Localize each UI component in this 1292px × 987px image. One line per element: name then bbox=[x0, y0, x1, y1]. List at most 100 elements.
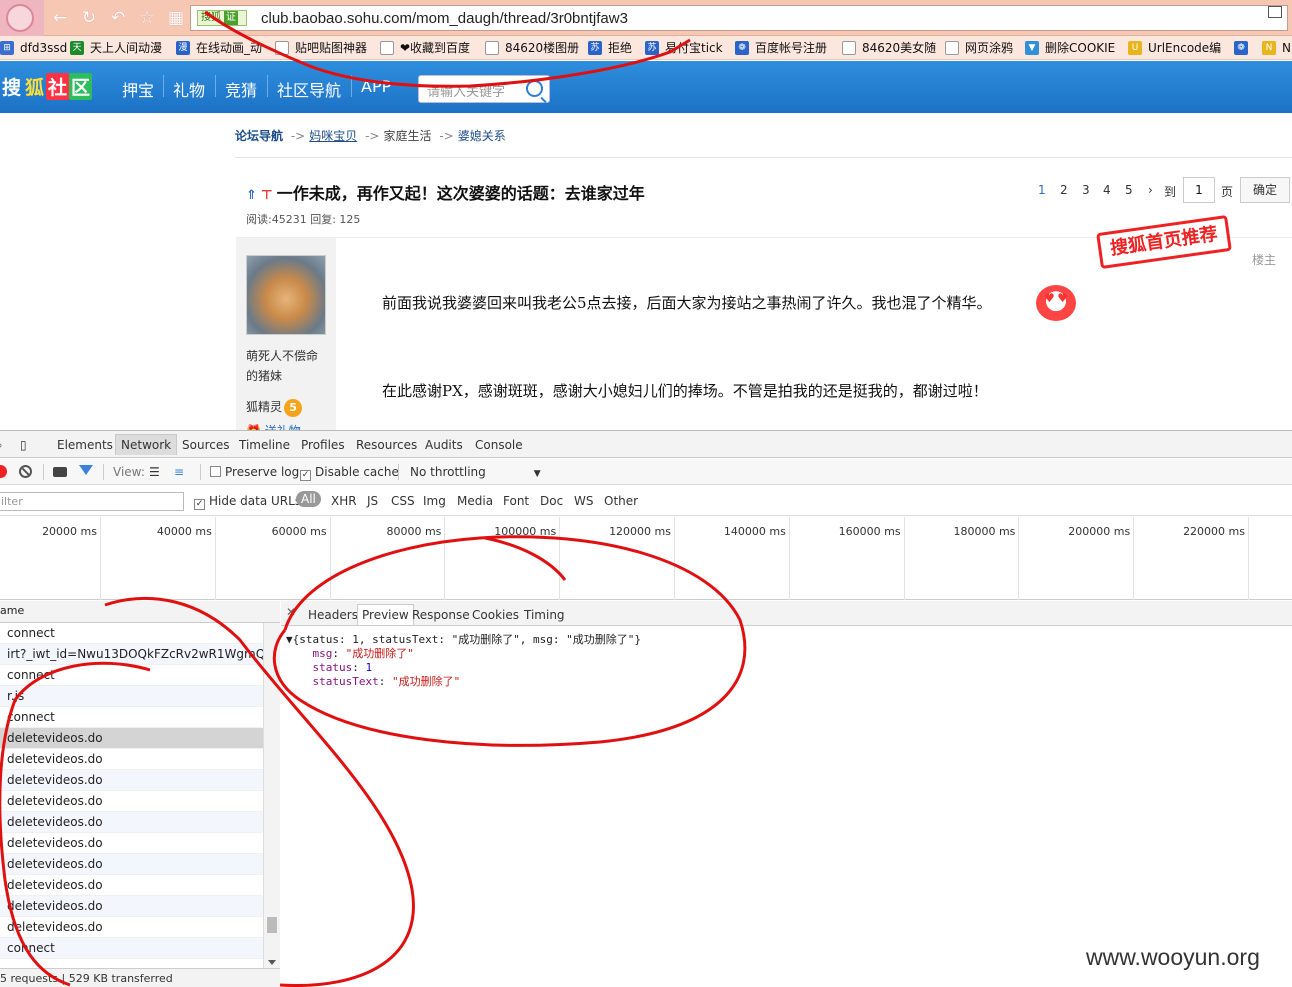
tab-console[interactable]: Console bbox=[475, 438, 523, 452]
bookmark-item[interactable]: ⊞ dfd3ssd bbox=[0, 39, 67, 57]
filter-xhr[interactable]: XHR bbox=[331, 494, 357, 508]
reload-icon[interactable]: ↻ bbox=[77, 6, 101, 30]
undo-icon[interactable]: ↶ bbox=[106, 6, 130, 30]
pager-confirm-button[interactable]: 确定 bbox=[1240, 177, 1290, 203]
list-view-icon[interactable]: ☰ bbox=[149, 465, 160, 479]
request-row[interactable]: connect bbox=[0, 665, 263, 686]
filter-input[interactable]: ilter bbox=[0, 492, 184, 511]
tab-sources[interactable]: Sources bbox=[182, 438, 229, 452]
breadcrumb-root[interactable]: 论坛导航 bbox=[235, 129, 283, 143]
device-icon[interactable]: ▯ bbox=[20, 438, 27, 452]
tab-timeline[interactable]: Timeline bbox=[239, 438, 290, 452]
bookmark-item[interactable]: 漫在线动画_动 bbox=[176, 39, 262, 57]
author-name[interactable]: 萌死人不偿命的猪妹 bbox=[246, 346, 328, 386]
network-overview-timeline[interactable]: 20000 ms 40000 ms 60000 ms 80000 ms 100000 m… bbox=[0, 517, 1292, 600]
request-row[interactable]: deletevideos.do bbox=[0, 770, 263, 791]
filter-css[interactable]: CSS bbox=[391, 494, 415, 508]
bookmark-item[interactable]: 天天上人间动漫 bbox=[70, 39, 162, 57]
breadcrumb-item[interactable]: 家庭生活 bbox=[383, 129, 431, 143]
bookmark-item[interactable]: 84620楼图册 bbox=[485, 39, 579, 57]
back-icon[interactable]: ← bbox=[48, 6, 72, 30]
url-input[interactable]: 搜狐证 club.baobao.sohu.com/mom_daugh/threa… bbox=[190, 5, 1288, 31]
request-row[interactable]: deletevideos.do bbox=[0, 728, 263, 749]
tab-timing[interactable]: Timing bbox=[524, 608, 565, 622]
preserve-log-checkbox[interactable]: Preserve log bbox=[210, 465, 299, 479]
page-link[interactable]: 4 bbox=[1103, 183, 1111, 197]
bookmark-item[interactable]: 苏易付宝tick bbox=[645, 39, 723, 57]
tab-elements[interactable]: Elements bbox=[57, 438, 113, 452]
bookmark-item[interactable]: NN bbox=[1262, 39, 1291, 57]
bookmark-item[interactable]: 网页涂鸦 bbox=[945, 39, 1013, 57]
bookmark-item[interactable]: 84620美女随 bbox=[842, 39, 936, 57]
filter-all[interactable]: All bbox=[296, 491, 321, 507]
nav-link-quiz[interactable]: 竞猜 bbox=[225, 77, 257, 101]
page-link[interactable]: 2 bbox=[1060, 183, 1068, 197]
apps-icon[interactable]: ▦ bbox=[164, 6, 188, 30]
breadcrumb-item[interactable]: 妈咪宝贝 bbox=[309, 129, 357, 143]
request-row[interactable]: deletevideos.do bbox=[0, 812, 263, 833]
filter-doc[interactable]: Doc bbox=[540, 494, 563, 508]
request-row[interactable]: r.js bbox=[0, 686, 263, 707]
nav-link-yabao[interactable]: 押宝 bbox=[122, 77, 154, 101]
tab-cookies[interactable]: Cookies bbox=[472, 608, 519, 622]
filter-font[interactable]: Font bbox=[503, 494, 529, 508]
tab-response[interactable]: Response bbox=[412, 608, 470, 622]
request-row[interactable]: deletevideos.do bbox=[0, 749, 263, 770]
request-row[interactable]: irt?_iwt_id=Nwu13DOQkFZcRv2wR1WgmQA& bbox=[0, 644, 263, 665]
bookmark-item[interactable]: U UrlEncode编 bbox=[1128, 39, 1221, 57]
bookmark-item[interactable]: ❤收藏到百度 bbox=[380, 39, 470, 57]
throttling-select[interactable]: No throttling ▼ bbox=[410, 465, 541, 479]
tab-audits[interactable]: Audits bbox=[425, 438, 463, 452]
page-number-input[interactable]: 1 bbox=[1183, 177, 1215, 203]
list-scrollbar[interactable] bbox=[263, 623, 280, 968]
scrollbar-thumb[interactable] bbox=[267, 917, 277, 933]
tab-preview[interactable]: Preview bbox=[357, 604, 414, 625]
filter-other[interactable]: Other bbox=[604, 494, 638, 508]
clear-icon[interactable] bbox=[19, 465, 32, 478]
nav-link-app[interactable]: APP bbox=[361, 77, 391, 96]
disable-cache-checkbox[interactable]: ✓ Disable cache bbox=[300, 465, 399, 481]
waterfall-view-icon[interactable]: ≡ bbox=[174, 465, 184, 479]
page-link[interactable]: 3 bbox=[1082, 183, 1090, 197]
browser-avatar[interactable] bbox=[0, 0, 44, 36]
request-row[interactable]: deletevideos.do bbox=[0, 896, 263, 917]
tab-resources[interactable]: Resources bbox=[356, 438, 417, 452]
request-row[interactable]: connect bbox=[0, 938, 263, 959]
tab-profiles[interactable]: Profiles bbox=[301, 438, 345, 452]
request-row[interactable]: connect bbox=[0, 707, 263, 728]
request-row[interactable]: connect bbox=[0, 623, 263, 644]
next-page-icon[interactable]: › bbox=[1148, 183, 1153, 197]
request-row[interactable]: deletevideos.do bbox=[0, 917, 263, 938]
filter-ws[interactable]: WS bbox=[574, 494, 593, 508]
scroll-down-icon[interactable] bbox=[268, 960, 276, 965]
record-icon[interactable] bbox=[0, 465, 7, 478]
maximize-icon[interactable] bbox=[1268, 6, 1282, 18]
request-row[interactable]: deletevideos.do bbox=[0, 833, 263, 854]
star-icon[interactable]: ☆ bbox=[135, 6, 159, 30]
tab-network[interactable]: Network bbox=[115, 434, 178, 455]
bookmark-item[interactable]: ▼ 删除COOKIE bbox=[1025, 39, 1115, 57]
filter-img[interactable]: Img bbox=[423, 494, 446, 508]
request-row[interactable]: deletevideos.do bbox=[0, 791, 263, 812]
nav-link-community[interactable]: 社区导航 bbox=[277, 77, 341, 101]
page-link[interactable]: 5 bbox=[1125, 183, 1133, 197]
breadcrumb-item[interactable]: 婆媳关系 bbox=[458, 129, 506, 143]
search-icon[interactable] bbox=[526, 80, 543, 97]
bookmark-item[interactable]: 贴吧贴图神器 bbox=[275, 39, 367, 57]
page-link[interactable]: 1 bbox=[1038, 183, 1046, 197]
expand-triangle-icon[interactable]: ▼ bbox=[286, 633, 293, 646]
inspect-icon[interactable]: ⌕ bbox=[0, 438, 3, 453]
nav-link-gifts[interactable]: 礼物 bbox=[173, 77, 205, 101]
site-search-box[interactable]: 请输入关键字 bbox=[418, 75, 550, 103]
list-header-name[interactable]: ame bbox=[0, 601, 280, 623]
tab-headers[interactable]: Headers bbox=[308, 608, 358, 622]
filter-js[interactable]: JS bbox=[367, 494, 378, 508]
bookmark-item[interactable]: ❁ 百度帐号注册 bbox=[735, 39, 827, 57]
request-row[interactable]: deletevideos.do bbox=[0, 854, 263, 875]
filter-media[interactable]: Media bbox=[457, 494, 493, 508]
cert-badge[interactable]: 搜狐证 bbox=[197, 10, 247, 26]
site-logo[interactable]: 搜狐社区 bbox=[0, 73, 98, 101]
filter-icon[interactable] bbox=[79, 465, 93, 475]
avatar[interactable] bbox=[246, 255, 326, 335]
hide-data-urls-checkbox[interactable]: ✓ Hide data URLs bbox=[194, 494, 301, 510]
